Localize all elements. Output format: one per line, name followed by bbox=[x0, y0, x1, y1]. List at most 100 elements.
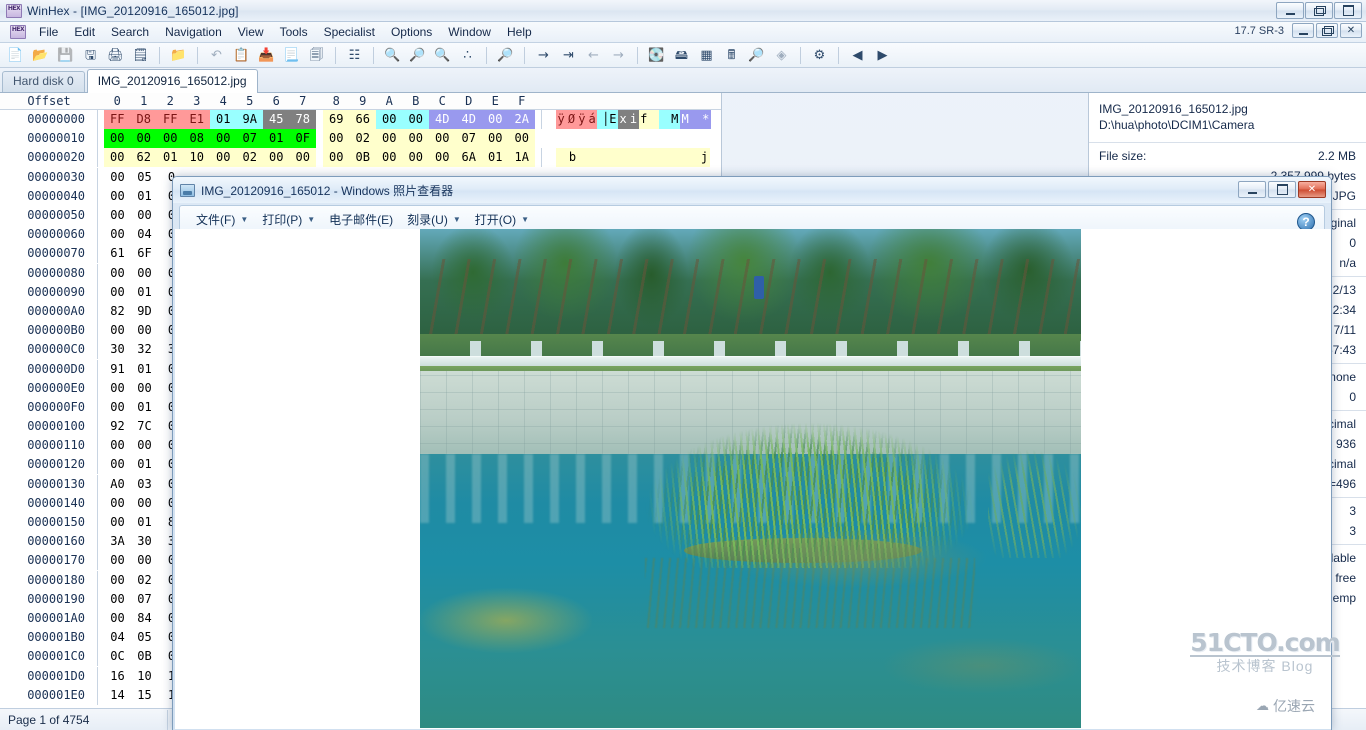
ascii-char[interactable] bbox=[633, 148, 644, 167]
tab-img-file[interactable]: IMG_20120916_165012.jpg bbox=[87, 69, 258, 93]
ascii-char[interactable]: x bbox=[618, 110, 628, 129]
ascii-char[interactable]: * bbox=[701, 110, 711, 129]
mdi-close-button[interactable]: ✕ bbox=[1340, 23, 1362, 38]
ascii-char[interactable] bbox=[677, 148, 688, 167]
hex-byte[interactable]: 30 bbox=[131, 532, 158, 551]
hex-byte[interactable]: 84 bbox=[131, 609, 158, 628]
hex-row-ascii[interactable]: ÿØÿá▕Exif MM * bbox=[541, 110, 711, 129]
photo-viewer-restore-button[interactable] bbox=[1268, 181, 1296, 198]
restore-button[interactable] bbox=[1305, 2, 1333, 19]
hex-byte[interactable]: 01 bbox=[131, 398, 158, 417]
next-page-icon[interactable]: ▶ bbox=[871, 45, 894, 66]
ascii-char[interactable] bbox=[556, 148, 567, 167]
hex-byte[interactable]: 00 bbox=[104, 571, 131, 590]
hex-byte[interactable]: 00 bbox=[210, 129, 237, 148]
ascii-char[interactable] bbox=[655, 148, 666, 167]
photo-viewer-minimize-button[interactable] bbox=[1238, 181, 1266, 198]
menu-options[interactable]: Options bbox=[383, 23, 440, 41]
ascii-char[interactable]: ÿ bbox=[556, 110, 566, 129]
hex-byte[interactable]: 05 bbox=[131, 628, 158, 647]
hex-byte[interactable]: FF bbox=[104, 110, 131, 129]
hex-byte[interactable]: A0 bbox=[104, 475, 131, 494]
hex-byte[interactable]: 00 bbox=[131, 551, 158, 570]
hex-byte[interactable]: 00 bbox=[104, 225, 131, 244]
menu-view[interactable]: View bbox=[230, 23, 272, 41]
hex-byte[interactable]: 4D bbox=[429, 110, 456, 129]
ascii-char[interactable]: f bbox=[639, 110, 649, 129]
hex-byte[interactable]: 00 bbox=[403, 110, 430, 129]
hex-byte[interactable]: 00 bbox=[429, 148, 456, 167]
ascii-char[interactable] bbox=[589, 148, 600, 167]
hex-byte[interactable]: 00 bbox=[104, 321, 131, 340]
copy-block-icon[interactable]: 🗐 bbox=[305, 45, 328, 66]
find-hex-icon[interactable]: 🔎 bbox=[406, 45, 429, 66]
hex-byte[interactable]: 00 bbox=[104, 551, 131, 570]
hex-byte[interactable]: 0B bbox=[350, 148, 377, 167]
hex-byte[interactable]: 9A bbox=[237, 110, 264, 129]
hex-byte[interactable]: 78 bbox=[290, 110, 317, 129]
find-text-icon[interactable]: 🔍 bbox=[381, 45, 404, 66]
hex-byte[interactable]: 69 bbox=[323, 110, 350, 129]
hex-byte[interactable]: 00 bbox=[376, 129, 403, 148]
prev-page-icon[interactable]: ◀ bbox=[846, 45, 869, 66]
hex-byte[interactable]: 6F bbox=[131, 244, 158, 263]
goto-offset-icon[interactable]: → bbox=[532, 45, 555, 66]
hex-byte[interactable]: 00 bbox=[131, 321, 158, 340]
hex-byte[interactable]: 00 bbox=[131, 206, 158, 225]
hex-byte[interactable]: 0F bbox=[290, 129, 317, 148]
open-disk-icon[interactable]: 📁 bbox=[167, 45, 190, 66]
menu-navigation[interactable]: Navigation bbox=[157, 23, 230, 41]
hex-byte[interactable]: 00 bbox=[104, 168, 131, 187]
hex-byte[interactable]: 00 bbox=[104, 129, 131, 148]
hex-byte[interactable]: 01 bbox=[131, 283, 158, 302]
hex-byte[interactable]: 05 bbox=[131, 168, 158, 187]
menu-help[interactable]: Help bbox=[499, 23, 540, 41]
hex-byte[interactable]: 00 bbox=[131, 379, 158, 398]
menu-specialist[interactable]: Specialist bbox=[316, 23, 383, 41]
photo-viewer-window[interactable]: IMG_20120916_165012 - Windows 照片查看器 ✕ 文件… bbox=[172, 176, 1332, 730]
ascii-char[interactable] bbox=[600, 148, 611, 167]
hex-byte[interactable]: 07 bbox=[131, 590, 158, 609]
ascii-char[interactable]: i bbox=[628, 110, 638, 129]
new-file-icon[interactable]: 📄 bbox=[4, 45, 27, 66]
hex-byte[interactable]: 00 bbox=[131, 264, 158, 283]
hex-byte[interactable]: 82 bbox=[104, 302, 131, 321]
hex-byte[interactable]: 10 bbox=[131, 667, 158, 686]
hex-byte[interactable]: 0B bbox=[131, 647, 158, 666]
hex-byte[interactable]: 0C bbox=[104, 647, 131, 666]
replace-hex-icon[interactable]: 🔎 bbox=[494, 45, 517, 66]
hex-byte[interactable]: 01 bbox=[157, 148, 184, 167]
ascii-char[interactable] bbox=[622, 148, 633, 167]
hex-byte[interactable]: 66 bbox=[350, 110, 377, 129]
hex-byte[interactable]: 16 bbox=[104, 667, 131, 686]
hex-byte[interactable]: 00 bbox=[104, 494, 131, 513]
pv-menu-open[interactable]: 打开(O) ▼ bbox=[469, 208, 535, 231]
minimize-button[interactable] bbox=[1276, 2, 1304, 19]
hex-byte[interactable]: 00 bbox=[429, 129, 456, 148]
print-icon[interactable]: 🖨 bbox=[104, 45, 127, 66]
ascii-char[interactable]: á bbox=[587, 110, 597, 129]
hex-row[interactable]: 000000200062011000020000000B0000006A011A… bbox=[0, 148, 721, 167]
hex-byte[interactable]: 30 bbox=[104, 340, 131, 359]
hex-byte[interactable]: 01 bbox=[131, 455, 158, 474]
hex-byte[interactable]: 00 bbox=[131, 436, 158, 455]
hex-byte[interactable]: 00 bbox=[104, 379, 131, 398]
hex-row[interactable]: 00000010000000080007010F0002000000070000 bbox=[0, 129, 721, 148]
ascii-char[interactable] bbox=[649, 110, 659, 129]
hex-byte[interactable]: 00 bbox=[403, 129, 430, 148]
ascii-char[interactable]: ▕ bbox=[597, 110, 607, 129]
ascii-char[interactable] bbox=[688, 148, 699, 167]
hex-byte[interactable]: 00 bbox=[104, 264, 131, 283]
hex-byte[interactable]: 1A bbox=[509, 148, 536, 167]
hex-byte[interactable]: 00 bbox=[403, 148, 430, 167]
hex-byte[interactable]: 3A bbox=[104, 532, 131, 551]
hex-byte[interactable]: 04 bbox=[131, 225, 158, 244]
ascii-char[interactable] bbox=[611, 148, 622, 167]
hex-byte[interactable]: 02 bbox=[131, 571, 158, 590]
hex-byte[interactable]: 00 bbox=[104, 436, 131, 455]
hex-row[interactable]: 00000000FFD8FFE1019A4578696600004D4D002A… bbox=[0, 110, 721, 129]
hex-byte[interactable]: 7C bbox=[131, 417, 158, 436]
hex-byte[interactable]: 2A bbox=[509, 110, 536, 129]
hex-byte[interactable]: 00 bbox=[104, 455, 131, 474]
hex-byte[interactable]: 03 bbox=[131, 475, 158, 494]
